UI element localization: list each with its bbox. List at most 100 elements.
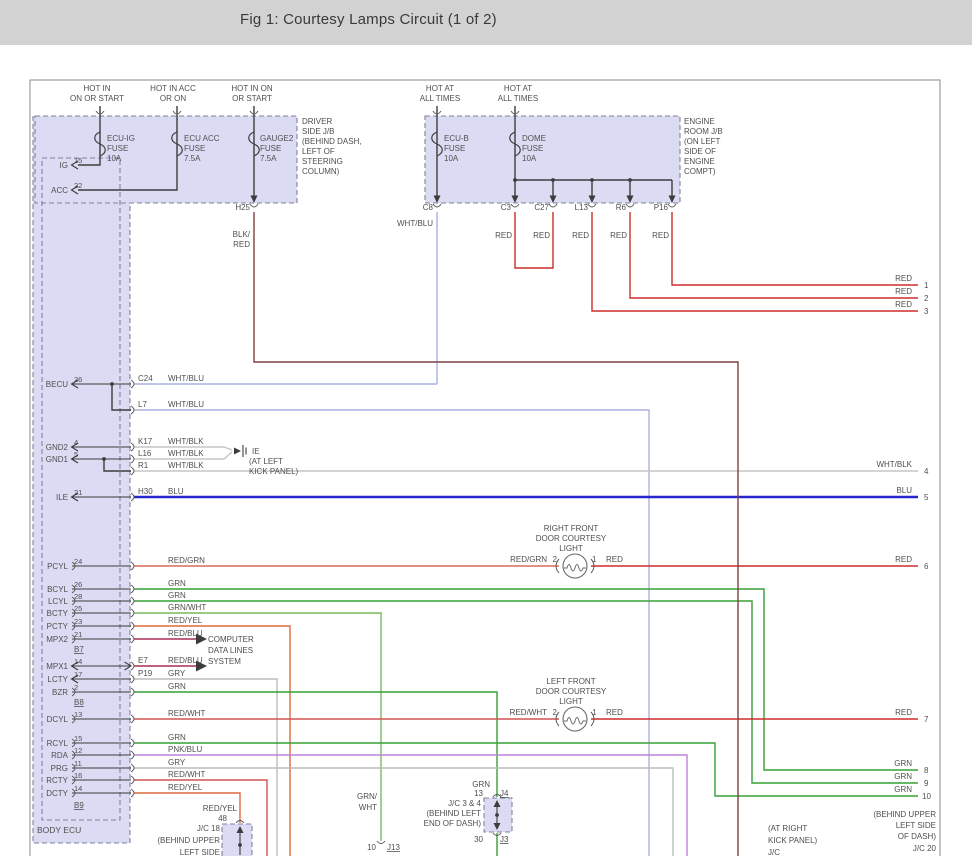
label-grn: GRN (894, 759, 912, 768)
label-light: LIGHT (559, 544, 583, 553)
label-wht-blu: WHT/BLU (397, 219, 433, 228)
label-gauge2: GAUGE2 (260, 134, 294, 143)
pin-acc: ACC (51, 186, 68, 195)
label-c24: C24 (138, 374, 153, 383)
pin-dcty-number: 14 (74, 784, 82, 793)
connector-bracket (131, 597, 134, 605)
label-red: RED (895, 300, 912, 309)
label-pnk-blu: PNK/BLU (168, 745, 202, 754)
label-red-blu: RED/BLU (168, 656, 203, 665)
label-red: RED (895, 555, 912, 564)
label-c8: C8 (423, 203, 434, 212)
jc-18-box (222, 824, 252, 856)
label-wht-blk: WHT/BLK (876, 460, 912, 469)
pin-bcyl: BCYL (47, 585, 68, 594)
label-wht-blu: WHT/BLU (168, 374, 204, 383)
pin-dcyl: DCYL (47, 715, 69, 724)
arrow-ie-ground (234, 448, 241, 455)
pin-ile: ILE (56, 493, 68, 502)
label-of-dash: OF DASH) (898, 832, 937, 841)
wiring-diagram: IG15ACC22BECU26GND24GND15ILE21PCYL24BCYL… (0, 0, 972, 856)
label-red-blu: RED/BLU (168, 629, 203, 638)
connector-bracket (131, 675, 134, 683)
label-red: RED (233, 240, 250, 249)
label-data-lines: DATA LINES (208, 646, 253, 655)
label-blu: BLU (896, 486, 912, 495)
label-end-of-dash: END OF DASH) (424, 819, 482, 828)
connector-bracket (131, 635, 134, 643)
wire-h25-blk-red (254, 212, 738, 856)
label-red-wht: RED/WHT (510, 708, 547, 717)
label-fuse: FUSE (444, 144, 465, 153)
bulb-left-front-door-icon (563, 707, 587, 731)
label-wht: WHT (359, 803, 377, 812)
label-dome: DOME (522, 134, 546, 143)
pin-gnd1: GND1 (46, 455, 69, 464)
label-1: 1 (592, 708, 597, 717)
label-red: RED (895, 287, 912, 296)
pin-rcyl-number: 15 (74, 734, 82, 743)
label-ecu-ig: ECU-IG (107, 134, 135, 143)
label-grn: GRN (168, 579, 186, 588)
bulb-left-front-door-filament (564, 718, 586, 725)
pin-bzr: BZR (52, 688, 68, 697)
label-c3: C3 (501, 203, 512, 212)
label-wht-blk: WHT/BLK (168, 461, 204, 470)
pin-bcyl-number: 26 (74, 580, 82, 589)
junction-dot (628, 178, 632, 182)
label-red-grn: RED/GRN (510, 555, 547, 564)
label-blk: BLK/ (233, 230, 251, 239)
label-r1: R1 (138, 461, 149, 470)
pin-becu: BECU (46, 380, 68, 389)
label-red: RED (895, 708, 912, 717)
label-fuse: FUSE (184, 144, 205, 153)
label-6: 6 (924, 562, 929, 571)
bulb-right-front-door-filament (564, 565, 586, 572)
label-red: RED (606, 555, 623, 564)
pin-mpx1-number: 14 (74, 657, 82, 666)
label-door-courtesy: DOOR COURTESY (536, 687, 607, 696)
label-red-wht: RED/WHT (168, 770, 205, 779)
connector-bracket (131, 622, 134, 630)
label-e7: E7 (138, 656, 148, 665)
label-10a: 10A (522, 154, 537, 163)
label-hot-at: HOT AT (426, 84, 454, 93)
label-c27: C27 (534, 203, 549, 212)
pin-lcty: LCTY (48, 675, 69, 684)
pin-mpx2-number: 21 (74, 630, 82, 639)
label-l7: L7 (138, 400, 147, 409)
label-48: 48 (218, 814, 227, 823)
label-10a: 10A (107, 154, 122, 163)
label-driver: DRIVER (302, 117, 332, 126)
label-grn: GRN (472, 780, 490, 789)
label-ecu-b: ECU-B (444, 134, 469, 143)
label-j-c: J/C (768, 848, 780, 856)
pin-dcyl-number: 13 (74, 710, 82, 719)
label-fuse: FUSE (522, 144, 543, 153)
pin-rcyl: RCYL (47, 739, 69, 748)
wire-l13-red (592, 212, 918, 311)
label-red: RED (533, 231, 550, 240)
label-j3: J3 (500, 835, 509, 844)
label-j-c-3-4: J/C 3 & 4 (448, 799, 481, 808)
label-l16: L16 (138, 449, 152, 458)
connector-bracket (131, 609, 134, 617)
wire-l7-wht-blu (134, 410, 649, 856)
label-engine: ENGINE (684, 157, 715, 166)
connector-cup (377, 841, 385, 844)
label-on-or-start: ON OR START (70, 94, 124, 103)
label-red-yel: RED/YEL (168, 783, 203, 792)
junction-dot (590, 178, 594, 182)
label-kick-panel: KICK PANEL) (768, 836, 818, 845)
pin-rda-number: 12 (74, 746, 82, 755)
label-hot-in: HOT IN (84, 84, 111, 93)
label-at-left: (AT LEFT (249, 457, 283, 466)
label-body-ecu: BODY ECU (37, 825, 81, 835)
label-grn: GRN (894, 785, 912, 794)
label-p16: P16 (654, 203, 669, 212)
label-10a: 10A (444, 154, 459, 163)
label-k17: K17 (138, 437, 153, 446)
connector-bracket (131, 380, 134, 388)
pin-bcty: BCTY (47, 609, 69, 618)
connector-bracket (131, 764, 134, 772)
